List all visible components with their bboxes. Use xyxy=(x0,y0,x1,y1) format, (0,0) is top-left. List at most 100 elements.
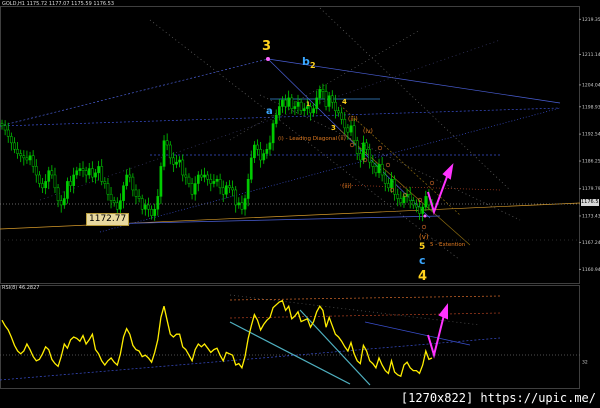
candle-body xyxy=(228,185,231,189)
candle-body xyxy=(411,200,415,206)
price-tick-label: 1211.14 xyxy=(582,52,600,58)
candle-body xyxy=(343,119,347,129)
wave-5-label: 5 xyxy=(419,242,425,252)
candle-body xyxy=(330,95,334,103)
candle-body xyxy=(59,200,63,206)
candle-body xyxy=(3,125,7,131)
candle-body xyxy=(237,202,241,206)
candle-body xyxy=(87,168,91,176)
candle-body xyxy=(299,101,303,111)
candle-body xyxy=(203,174,206,178)
candle-body xyxy=(22,155,26,159)
candle-body xyxy=(196,174,200,184)
candle-body xyxy=(327,95,331,107)
candle-body xyxy=(274,114,278,124)
candle-body xyxy=(137,196,141,199)
candle-body xyxy=(374,166,378,174)
extention-label: 5 - Extention xyxy=(430,242,466,248)
candle-body xyxy=(268,142,272,150)
candle-body xyxy=(265,149,269,154)
candle-body xyxy=(240,202,244,210)
candle-body xyxy=(100,166,104,182)
wave-b-label: b xyxy=(302,55,310,68)
candle-body xyxy=(156,196,160,210)
candle-body xyxy=(293,106,297,109)
candle-body xyxy=(321,89,325,92)
candle-body xyxy=(346,127,350,133)
candle-body xyxy=(415,204,418,208)
candle-body xyxy=(134,189,138,197)
candle-body xyxy=(53,174,57,189)
wave-4-small-label: 4 xyxy=(342,98,347,106)
candle-body xyxy=(25,157,29,161)
candle-body xyxy=(44,181,47,189)
candle-body xyxy=(352,125,356,141)
price-panel xyxy=(0,6,580,284)
candle-body xyxy=(147,204,150,210)
candle-body xyxy=(340,112,343,120)
wave-iii-lower-label: (iii) xyxy=(342,183,352,190)
price-tick-label: 1186.25 xyxy=(582,159,600,165)
price-tick-label: 1204.04 xyxy=(582,82,600,88)
current-price-tag: 1176.53 xyxy=(581,199,600,207)
candle-body xyxy=(9,136,13,144)
candle-body xyxy=(290,97,294,109)
candle-body xyxy=(371,161,375,167)
price-tick-label: 1198.93 xyxy=(582,104,600,110)
candle-body xyxy=(6,129,10,137)
price-tick-label: 1173.43 xyxy=(582,213,600,219)
candle-body xyxy=(84,170,88,176)
candle-body xyxy=(212,181,216,184)
candle-body xyxy=(393,179,396,195)
candle-body xyxy=(159,166,163,197)
wave-3-small-label: 3 xyxy=(331,124,336,132)
price-tick-label: 1219.35 xyxy=(582,17,600,23)
candle-body xyxy=(249,157,253,180)
rsi-axis: 32 xyxy=(582,360,588,366)
candle-body xyxy=(165,140,169,146)
watermark: [1270x822] https://upic.me/ xyxy=(400,391,596,405)
candle-body xyxy=(181,159,185,176)
candle-body xyxy=(153,208,157,216)
candle-body xyxy=(387,183,390,189)
wave-iii-label: (iii) xyxy=(348,116,358,123)
candle-body xyxy=(396,193,400,199)
candle-body xyxy=(140,198,144,210)
candle-body xyxy=(150,208,153,216)
candle-body xyxy=(109,193,113,201)
price-tick-label: 1160.94 xyxy=(582,267,600,273)
rsi-panel xyxy=(0,285,580,389)
candle-body xyxy=(243,198,247,210)
wave-iv-label: (iv) xyxy=(363,128,373,135)
candle-body xyxy=(38,174,41,184)
candle-body xyxy=(418,206,421,214)
candle-body xyxy=(115,202,119,210)
candles xyxy=(0,83,434,222)
symbol-ohlc-header: GOLD,H1 1175.72 1177.07 1175.59 1176.53 xyxy=(2,1,115,7)
candle-body xyxy=(128,174,132,178)
candle-body xyxy=(334,101,337,111)
candle-body xyxy=(131,176,135,191)
price-tag: 1172.77 xyxy=(86,212,130,226)
candle-body xyxy=(97,166,100,174)
candle-body xyxy=(168,144,172,159)
candle-body xyxy=(271,123,275,144)
price-chart[interactable]: 3 b 2 a 1 4 3 (iii) (iv) (ii) (iii) (i) … xyxy=(0,0,600,408)
wave-ii-label: (ii) xyxy=(338,135,346,142)
candle-body xyxy=(178,159,181,163)
rsi-line xyxy=(1,299,433,378)
candle-body xyxy=(28,155,32,161)
candle-body xyxy=(377,164,381,174)
rsi-header: RSI(8) 46.2827 xyxy=(2,285,40,291)
wave-3-label: 3 xyxy=(262,39,271,54)
candle-body xyxy=(125,174,128,186)
candle-body xyxy=(78,168,82,171)
candle-body xyxy=(368,149,372,163)
candle-body xyxy=(399,198,403,204)
candle-body xyxy=(408,193,412,201)
candle-body xyxy=(224,185,228,195)
candle-body xyxy=(81,168,85,171)
candle-body xyxy=(62,198,66,206)
candle-body xyxy=(218,179,222,189)
candle-body xyxy=(162,140,166,167)
